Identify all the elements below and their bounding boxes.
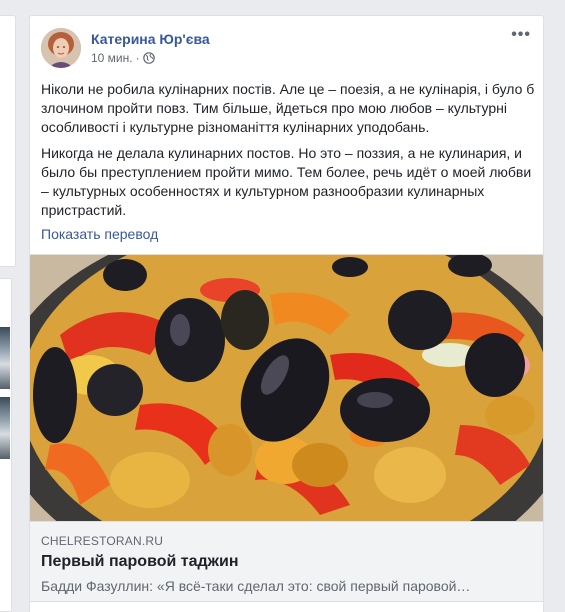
meta-separator: ·	[135, 51, 140, 65]
avatar-image	[41, 28, 81, 68]
post-meta: 10 мин. ·	[91, 51, 155, 65]
show-translation-link[interactable]: Показать перевод	[41, 226, 158, 242]
author-name[interactable]: Катерина Юр'єва	[91, 31, 210, 47]
link-description: Бадди Фазуллин: «Я всё-таки сделал это: …	[41, 578, 471, 594]
post-header: Катерина Юр'єва 10 мин. · •••	[41, 27, 531, 70]
post-text-translated: Никогда не делала кулинарних постов. Но …	[41, 145, 532, 218]
more-options-icon[interactable]: •••	[511, 27, 531, 43]
link-preview-image[interactable]	[30, 254, 543, 522]
left-sidebar-media-card	[0, 278, 12, 612]
link-preview-box[interactable]: CHELRESTORAN.RU Первый паровой таджин Ба…	[30, 522, 543, 602]
sidebar-thumbnail[interactable]	[0, 327, 10, 389]
post-timestamp[interactable]: 10 мин.	[91, 51, 133, 65]
post-text-original: Ніколи не робила кулінарних постів. Але …	[41, 81, 535, 135]
feed-post: Катерина Юр'єва 10 мин. · ••• Ніколи не …	[29, 15, 544, 612]
left-sidebar-card	[0, 15, 16, 267]
link-title[interactable]: Первый паровой таджин	[41, 553, 238, 571]
author-avatar[interactable]	[41, 28, 81, 68]
sidebar-thumbnail[interactable]	[0, 397, 10, 459]
food-photo	[30, 255, 543, 521]
globe-icon[interactable]	[142, 52, 155, 64]
link-domain: CHELRESTORAN.RU	[41, 534, 164, 548]
